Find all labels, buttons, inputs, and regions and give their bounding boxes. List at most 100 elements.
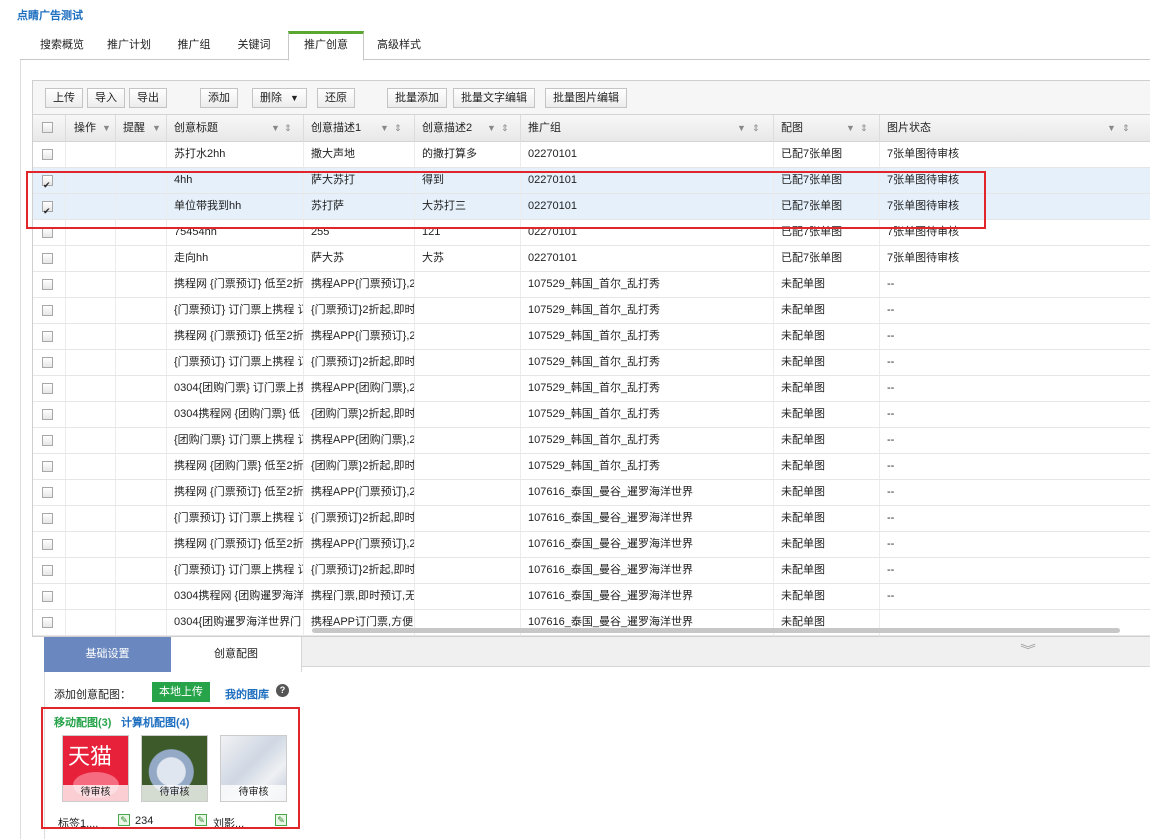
help-icon[interactable]: ? bbox=[276, 684, 289, 697]
tab-creatives[interactable]: 推广创意 bbox=[288, 31, 364, 61]
cell-desc1: 携程APP{门票预订},2 bbox=[304, 532, 415, 557]
header-group[interactable]: 推广组 ▼ ⇕ bbox=[521, 115, 774, 142]
row-checkbox[interactable] bbox=[42, 253, 53, 264]
tab-advanced-style[interactable]: 高级样式 bbox=[370, 36, 428, 60]
row-checkbox[interactable] bbox=[42, 331, 53, 342]
cell-desc1: 萨大苏 bbox=[304, 246, 415, 271]
filter-icon[interactable]: ▼ bbox=[487, 115, 496, 142]
select-all-checkbox[interactable] bbox=[42, 122, 53, 133]
delete-dropdown[interactable]: 删除 ▼ bbox=[252, 88, 307, 108]
header-desc1[interactable]: 创意描述1 ▼ ⇕ bbox=[304, 115, 415, 142]
row-checkbox[interactable] bbox=[42, 565, 53, 576]
row-checkbox[interactable] bbox=[42, 461, 53, 472]
add-button[interactable]: 添加 bbox=[200, 88, 238, 108]
filter-icon[interactable]: ▼ bbox=[102, 115, 111, 142]
row-checkbox[interactable] bbox=[42, 149, 53, 160]
row-op-cell bbox=[66, 506, 116, 531]
table-row[interactable]: {团购门票} 订门票上携程 订携程APP{团购门票},2 107529_韩国_首尔… bbox=[33, 428, 1150, 454]
batch-text-edit-button[interactable]: 批量文字编辑 bbox=[453, 88, 535, 108]
cell-image: 未配单图 bbox=[774, 324, 880, 349]
filter-icon[interactable]: ▼ bbox=[152, 115, 161, 142]
horizontal-scrollbar[interactable] bbox=[312, 628, 1120, 633]
header-image[interactable]: 配图 ▼ ⇕ bbox=[774, 115, 880, 142]
row-checkbox[interactable] bbox=[42, 383, 53, 394]
cell-image: 未配单图 bbox=[774, 376, 880, 401]
tab-basic-settings[interactable]: 基础设置 bbox=[44, 637, 171, 672]
table-row[interactable]: 携程网 {门票预订} 低至2折 携程APP{门票预订},2 107616_泰国_曼谷… bbox=[33, 532, 1150, 558]
upload-button[interactable]: 上传 bbox=[45, 88, 83, 108]
row-checkbox[interactable] bbox=[42, 591, 53, 602]
import-button[interactable]: 导入 bbox=[87, 88, 125, 108]
cell-group: 02270101 bbox=[521, 142, 774, 167]
sort-icon[interactable]: ⇕ bbox=[284, 115, 292, 142]
row-checkbox[interactable] bbox=[42, 357, 53, 368]
cell-desc2: 大苏 bbox=[415, 246, 521, 271]
tab-search-overview[interactable]: 搜索概览 bbox=[32, 36, 92, 60]
sort-icon[interactable]: ⇕ bbox=[1122, 115, 1130, 142]
row-checkbox[interactable] bbox=[42, 305, 53, 316]
tab-keywords[interactable]: 关键词 bbox=[230, 36, 278, 60]
header-title[interactable]: 创意标题 ▼ ⇕ bbox=[167, 115, 304, 142]
row-remind-cell bbox=[116, 350, 167, 375]
header-operation[interactable]: 操作 ▼ bbox=[66, 115, 116, 142]
filter-icon[interactable]: ▼ bbox=[380, 115, 389, 142]
table-row[interactable]: {门票预订} 订门票上携程 订 {门票预订}2折起,即时 107616_泰国_曼谷_… bbox=[33, 506, 1150, 532]
table-row[interactable]: 走向hh 萨大苏 大苏 02270101 已配7张单图 7张单图待审核 bbox=[33, 246, 1150, 272]
filter-icon[interactable]: ▼ bbox=[1107, 115, 1116, 142]
row-checkbox[interactable] bbox=[42, 279, 53, 290]
row-op-cell bbox=[66, 350, 116, 375]
row-remind-cell bbox=[116, 272, 167, 297]
table-row[interactable]: {门票预订} 订门票上携程 订 {门票预订}2折起,即时 107616_泰国_曼谷_… bbox=[33, 558, 1150, 584]
creatives-panel: 上传 导入 导出 添加 删除 ▼ 还原 批量添加 批量文字编辑 批量图片编辑 操作… bbox=[32, 80, 1150, 637]
table-row[interactable]: 0304携程网 {团购门票} 低 {团购门票}2折起,即时 107529_韩国_首尔… bbox=[33, 402, 1150, 428]
table-row[interactable]: 携程网 {门票预订} 低至2折 携程APP{门票预订},2 107529_韩国_首尔… bbox=[33, 272, 1150, 298]
row-checkbox[interactable] bbox=[42, 487, 53, 498]
table-row[interactable]: {门票预订} 订门票上携程 订 {门票预订}2折起,即时 107529_韩国_首尔_… bbox=[33, 350, 1150, 376]
table-row[interactable]: 携程网 {门票预订} 低至2折 携程APP{门票预订},2 107616_泰国_曼谷… bbox=[33, 480, 1150, 506]
cell-group: 107529_韩国_首尔_乱打秀 bbox=[521, 402, 774, 427]
collapse-chevron-icon[interactable]: ︾ bbox=[1020, 641, 1036, 658]
sort-icon[interactable]: ⇕ bbox=[860, 115, 868, 142]
row-checkbox[interactable] bbox=[42, 409, 53, 420]
cell-group: 107529_韩国_首尔_乱打秀 bbox=[521, 272, 774, 297]
header-title-label: 创意标题 bbox=[174, 122, 218, 134]
sort-icon[interactable]: ⇕ bbox=[394, 115, 402, 142]
my-gallery-link[interactable]: 我的图库 bbox=[225, 686, 269, 702]
tab-campaigns[interactable]: 推广计划 bbox=[100, 36, 158, 60]
cell-image: 未配单图 bbox=[774, 350, 880, 375]
cell-image: 未配单图 bbox=[774, 532, 880, 557]
row-remind-cell bbox=[116, 532, 167, 557]
sort-icon[interactable]: ⇕ bbox=[752, 115, 760, 142]
sort-icon[interactable]: ⇕ bbox=[501, 115, 509, 142]
row-op-cell bbox=[66, 480, 116, 505]
cell-desc2 bbox=[415, 454, 521, 479]
header-desc2[interactable]: 创意描述2 ▼ ⇕ bbox=[415, 115, 521, 142]
filter-icon[interactable]: ▼ bbox=[846, 115, 855, 142]
table-row[interactable]: 携程网 {门票预订} 低至2折 携程APP{门票预订},2 107529_韩国_首尔… bbox=[33, 324, 1150, 350]
restore-button[interactable]: 还原 bbox=[317, 88, 355, 108]
header-image-status[interactable]: 图片状态 ▼ ⇕ bbox=[880, 115, 1150, 142]
row-checkbox[interactable] bbox=[42, 513, 53, 524]
batch-add-button[interactable]: 批量添加 bbox=[387, 88, 447, 108]
filter-icon[interactable]: ▼ bbox=[737, 115, 746, 142]
local-upload-button[interactable]: 本地上传 bbox=[152, 682, 210, 702]
tab-adgroups[interactable]: 推广组 bbox=[170, 36, 218, 60]
row-checkbox[interactable] bbox=[42, 617, 53, 628]
row-op-cell bbox=[66, 584, 116, 609]
tab-creative-images[interactable]: 创意配图 bbox=[171, 637, 302, 672]
row-checkbox[interactable] bbox=[42, 435, 53, 446]
table-row[interactable]: 0304{团购门票} 订门票上携 携程APP{团购门票},2 107529_韩国_首… bbox=[33, 376, 1150, 402]
batch-image-edit-button[interactable]: 批量图片编辑 bbox=[545, 88, 627, 108]
row-checkbox[interactable] bbox=[42, 539, 53, 550]
cell-desc1: {门票预订}2折起,即时 bbox=[304, 350, 415, 375]
table-row[interactable]: {门票预订} 订门票上携程 订 {门票预订}2折起,即时 107529_韩国_首尔_… bbox=[33, 298, 1150, 324]
table-row[interactable]: 0304携程网 {团购暹罗海洋 携程门票,即时预订,无 107616_泰国_曼谷_暹… bbox=[33, 584, 1150, 610]
filter-icon[interactable]: ▼ bbox=[271, 115, 280, 142]
header-remind[interactable]: 提醒 ▼ bbox=[116, 115, 167, 142]
table-row[interactable]: 苏打水2hh 撒大声地 的撒打算多 02270101 已配7张单图 7张单图待审核 bbox=[33, 142, 1150, 168]
table-row[interactable]: 携程网 {团购门票} 低至2折 {团购门票}2折起,即时 107529_韩国_首尔_… bbox=[33, 454, 1150, 480]
cell-status: -- bbox=[880, 272, 1150, 297]
header-desc1-label: 创意描述1 bbox=[311, 122, 362, 134]
cell-title: {团购门票} 订门票上携程 订 bbox=[167, 428, 304, 453]
export-button[interactable]: 导出 bbox=[129, 88, 167, 108]
